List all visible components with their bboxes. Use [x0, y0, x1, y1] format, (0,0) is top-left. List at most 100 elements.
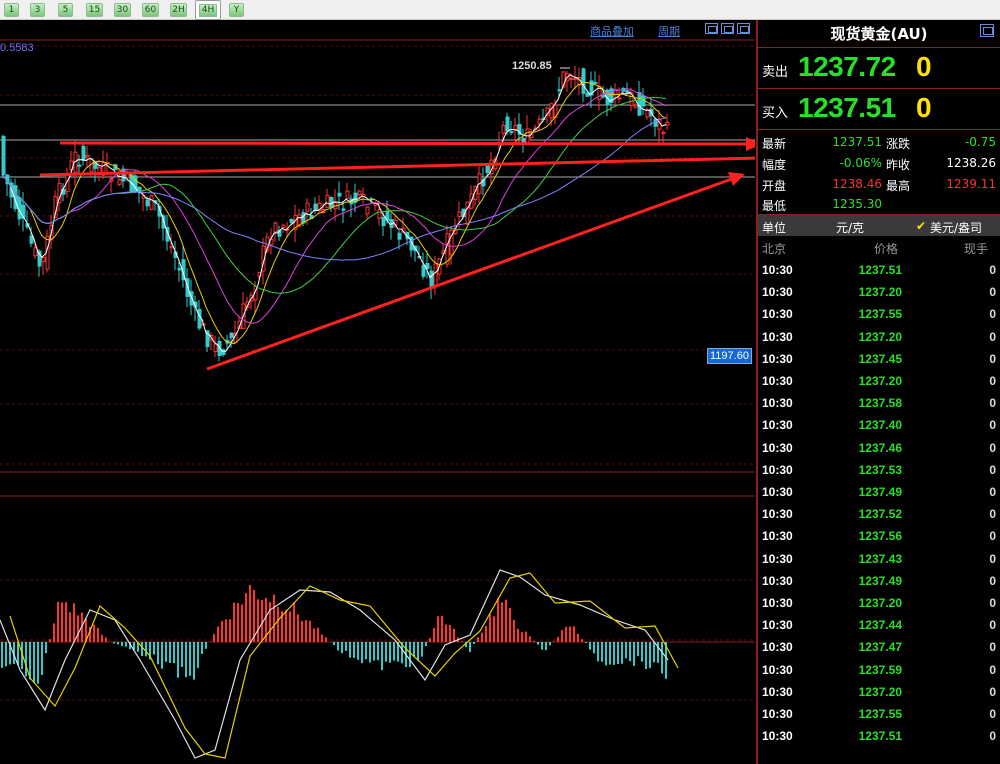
- candle-body: [341, 208, 346, 211]
- ma-line-white: [1, 74, 667, 352]
- candle-body: [381, 217, 386, 227]
- prev-close-value: 1238.26: [946, 156, 996, 170]
- tick-time: 10:30: [762, 596, 793, 610]
- tick-volume: 0: [989, 507, 996, 522]
- tick-volume: 0: [989, 618, 996, 633]
- candle-body: [569, 77, 574, 80]
- tick-time: 10:30: [762, 440, 793, 455]
- tick-table-header: 北京 价格 现手: [758, 238, 1000, 258]
- tick-time: 10:30: [762, 507, 793, 522]
- buy-volume: 0: [916, 92, 932, 123]
- tick-row: 10:30 1237.49 0: [758, 482, 1000, 504]
- window-minimize-icon[interactable]: [705, 23, 718, 34]
- tick-volume: 0: [989, 418, 996, 433]
- buy-label: 买入: [762, 106, 789, 121]
- candle-body: [433, 263, 438, 288]
- period-1-button[interactable]: 1: [4, 3, 19, 17]
- tick-price: 1237.56: [858, 529, 902, 544]
- tick-time: 10:30: [762, 351, 793, 366]
- window-maximize-icon[interactable]: [737, 23, 750, 34]
- candle-body: [641, 95, 646, 107]
- change-value: -0.75: [964, 135, 996, 149]
- tick-time: 10:30: [762, 707, 793, 721]
- tick-volume: 0: [989, 440, 996, 455]
- tick-price: 1237.53: [858, 462, 902, 477]
- sell-volume: 0: [916, 51, 932, 82]
- tick-time: 10:30: [762, 729, 793, 744]
- period-y-button[interactable]: Y: [229, 3, 244, 17]
- tick-price: 1237.43: [858, 551, 902, 566]
- tick-time: 10:30: [762, 684, 793, 699]
- candle-body: [465, 201, 470, 225]
- candle-body: [581, 68, 586, 94]
- tick-price: 1237.52: [858, 507, 902, 522]
- period-60-button[interactable]: 60: [142, 3, 159, 17]
- candle-body: [485, 164, 490, 173]
- tick-price: 1237.46: [858, 440, 902, 455]
- tick-volume: 0: [989, 485, 996, 499]
- candle-body: [281, 224, 286, 228]
- tick-row: 10:30 1237.58 0: [758, 393, 1000, 415]
- candle-body: [509, 131, 514, 134]
- candle-body: [213, 343, 218, 352]
- candle-body: [77, 164, 82, 167]
- resistance-arrow: [59, 141, 751, 146]
- candle-body: [421, 265, 426, 277]
- tick-row: 10:30 1237.51 0: [758, 260, 1000, 282]
- tick-time: 10:30: [762, 374, 793, 388]
- period-4h-button[interactable]: 4H: [195, 0, 221, 20]
- sell-label: 卖出: [762, 65, 789, 80]
- pct-label: 幅度: [762, 158, 787, 172]
- tick-price: 1237.44: [858, 618, 902, 633]
- tick-header-time: 北京: [762, 242, 787, 256]
- open-value: 1238.46: [832, 177, 882, 191]
- high-label: 最高: [886, 179, 911, 193]
- tick-time: 10:30: [762, 329, 793, 344]
- tick-time: 10:30: [762, 618, 793, 633]
- kline-chart[interactable]: [0, 20, 755, 764]
- quote-panel: 现货黄金(AU) 卖出 1237.72 0 买入 1237.51 0 最新 12…: [756, 20, 1000, 764]
- change-label: 涨跌: [886, 137, 911, 151]
- window-restore-icon[interactable]: [721, 23, 734, 34]
- tick-volume: 0: [989, 307, 996, 322]
- instrument-title: 现货黄金(AU): [758, 20, 1000, 48]
- unit-cny-option[interactable]: 元/克: [836, 219, 864, 236]
- candle-body: [513, 125, 518, 130]
- tick-volume: 0: [989, 263, 996, 277]
- period-link[interactable]: 周期: [658, 23, 680, 39]
- period-15-button[interactable]: 15: [86, 3, 103, 17]
- candle-body: [365, 206, 370, 215]
- tick-time: 10:30: [762, 573, 793, 588]
- overlay-commodity-link[interactable]: 商品叠加: [590, 23, 634, 39]
- candle-body: [145, 199, 150, 207]
- tick-row: 10:30 1237.53 0: [758, 460, 1000, 482]
- tick-volume: 0: [989, 551, 996, 566]
- tick-header-volume: 现手: [964, 242, 989, 256]
- period-5-button[interactable]: 5: [58, 3, 73, 17]
- tick-price: 1237.47: [858, 640, 902, 655]
- peak-price-label: 1250.85: [512, 60, 552, 72]
- candle-body: [313, 203, 318, 211]
- period-30-button[interactable]: 30: [114, 3, 131, 17]
- tick-price: 1237.20: [858, 285, 902, 300]
- ma-line-green: [1, 97, 667, 294]
- tick-row: 10:30 1237.49 0: [758, 571, 1000, 593]
- candle-body: [305, 202, 310, 212]
- tick-row: 10:30 1237.43 0: [758, 549, 1000, 571]
- period-2h-button[interactable]: 2H: [170, 3, 187, 17]
- candle-body: [29, 235, 34, 244]
- tick-price: 1237.58: [858, 396, 902, 411]
- panel-toggle-icon[interactable]: [980, 24, 994, 37]
- tick-volume: 0: [989, 684, 996, 699]
- candle-body: [117, 179, 122, 185]
- unit-usd-option[interactable]: 美元/盎司: [930, 219, 982, 236]
- tick-row: 10:30 1237.20 0: [758, 282, 1000, 304]
- period-3-button[interactable]: 3: [30, 3, 45, 17]
- tick-time: 10:30: [762, 418, 793, 433]
- tick-row: 10:30 1237.59 0: [758, 660, 1000, 682]
- tick-volume: 0: [989, 351, 996, 366]
- tick-time: 10:30: [762, 307, 793, 322]
- tick-volume: 0: [989, 662, 996, 677]
- kline-chart-area[interactable]: 商品叠加 周期 0.5583 1250.85 1197.60: [0, 20, 755, 764]
- tick-time: 10:30: [762, 485, 793, 499]
